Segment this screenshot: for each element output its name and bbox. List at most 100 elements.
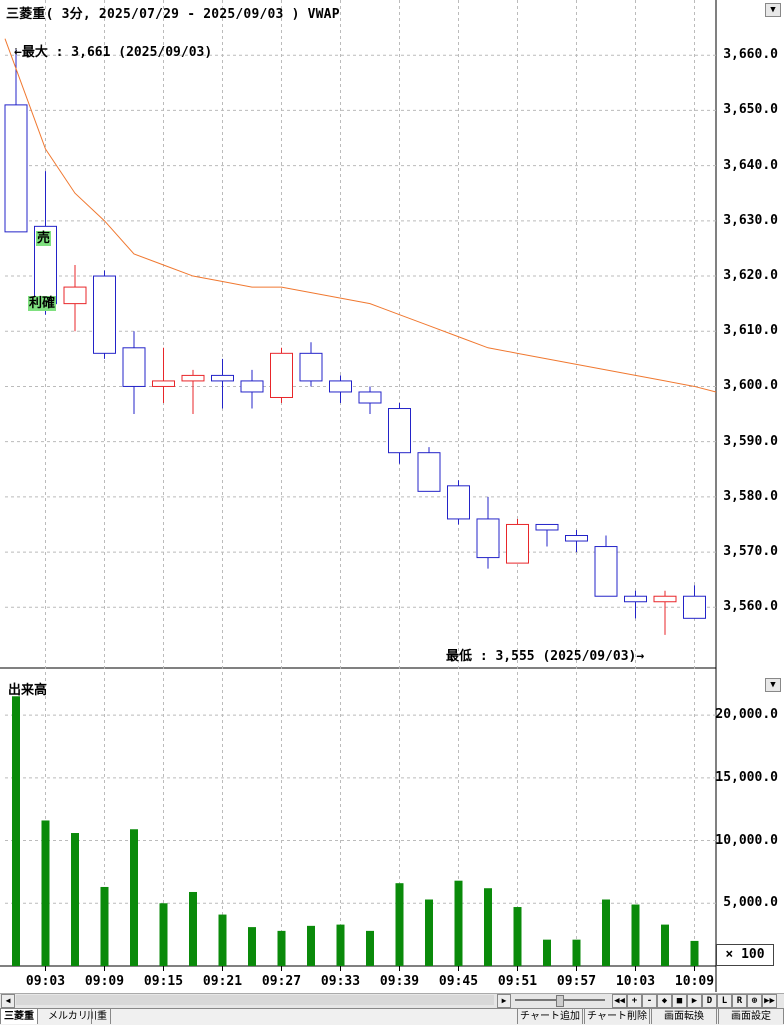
volume-tick-label: 20,000.0: [715, 707, 778, 723]
move-icon[interactable]: ◆: [657, 994, 672, 1008]
volume-tick-label: 10,000.0: [715, 832, 778, 848]
volume-bar: [159, 903, 168, 966]
volume-bar: [395, 883, 404, 966]
volume-bar: [366, 930, 374, 966]
volume-panel-menu-icon[interactable]: ▼: [765, 678, 781, 692]
candle-body: [211, 374, 234, 382]
candle-body: [299, 352, 323, 382]
volume-bar: [218, 914, 227, 966]
volume-bar: [454, 880, 463, 966]
scroll-right-icon[interactable]: ▶: [497, 994, 511, 1008]
candle-body: [535, 523, 559, 531]
price-tick-label: 3,630.0: [723, 212, 778, 228]
candle-body: [63, 286, 87, 305]
candle-body: [506, 523, 529, 564]
candle-body: [358, 391, 382, 404]
volume-bar: [71, 833, 79, 966]
price-tick-label: 3,620.0: [723, 268, 778, 284]
candle-body: [270, 352, 293, 398]
time-tick-label: 09:57: [556, 974, 597, 989]
volume-bar: [248, 927, 256, 966]
scroll-track[interactable]: [16, 995, 494, 1005]
volume-bar: [602, 899, 610, 966]
candle-body: [653, 595, 677, 603]
chart-canvas: [0, 0, 717, 992]
time-tick-label: 09:51: [497, 974, 538, 989]
volume-bar: [130, 829, 138, 966]
price-tick-label: 3,570.0: [723, 544, 778, 560]
bottom-tab-bar: 三菱重 メルカリ 川重 チャート追加 チャート削除 画面転換 画面設定: [0, 1008, 784, 1025]
price-tick-label: 3,580.0: [723, 488, 778, 504]
price-panel-menu-icon[interactable]: ▼: [765, 3, 781, 17]
candle-body: [417, 452, 441, 492]
candle-body: [447, 485, 470, 520]
candle-body: [565, 535, 588, 542]
horizontal-scrollbar[interactable]: ◀ ▶ ◀◀ + - ◆ ■ ▶ D L R ⊕ ▶▶: [0, 993, 784, 1008]
volume-bar: [307, 925, 315, 966]
volume-multiplier-box: × 100: [716, 944, 774, 966]
min-annotation: 最低 : 3,555 (2025/09/03)→: [446, 649, 645, 664]
sell-signal-label: 売: [36, 231, 52, 246]
volume-bar: [513, 907, 522, 966]
time-tick-label: 09:03: [25, 974, 66, 989]
profit-take-label: 利確: [28, 296, 57, 311]
time-tick-label: 09:09: [84, 974, 125, 989]
time-tick-label: 09:27: [261, 974, 302, 989]
candle-body: [329, 380, 352, 393]
magnify-icon[interactable]: ⊕: [747, 994, 762, 1008]
time-tick-label: 09:45: [438, 974, 479, 989]
candle-body: [4, 104, 28, 233]
chart-toolbar: ◀◀ + - ◆ ■ ▶ D L R ⊕ ▶▶: [612, 994, 777, 1008]
reset-button[interactable]: R: [732, 994, 747, 1008]
candle-body: [624, 595, 647, 603]
tab-kawasaki-heavy[interactable]: 川重: [84, 1009, 111, 1024]
volume-bar: [189, 891, 197, 966]
price-tick-label: 3,660.0: [723, 47, 778, 63]
volume-bar: [631, 904, 640, 966]
delete-chart-button[interactable]: チャート削除: [584, 1009, 650, 1024]
price-tick-label: 3,600.0: [723, 378, 778, 394]
daily-button[interactable]: D: [702, 994, 717, 1008]
time-tick-label: 09:33: [320, 974, 361, 989]
time-tick-label: 10:09: [674, 974, 715, 989]
jump-end-icon[interactable]: ▶▶: [762, 994, 777, 1008]
volume-bar: [277, 930, 286, 966]
chart-title: 三菱重( 3分, 2025/07/29 - 2025/09/03 ) VWAP: [6, 7, 340, 22]
time-tick-label: 09:39: [379, 974, 420, 989]
candle-body: [683, 595, 706, 619]
candle-body: [594, 546, 618, 597]
zoom-out-icon[interactable]: -: [642, 994, 657, 1008]
zoom-slider-thumb[interactable]: [556, 995, 564, 1007]
volume-tick-label: 15,000.0: [715, 769, 778, 785]
volume-bar: [661, 924, 669, 966]
volume-title: 出来高: [8, 683, 48, 698]
stop-icon[interactable]: ■: [672, 994, 687, 1008]
line-button[interactable]: L: [717, 994, 732, 1008]
add-chart-button[interactable]: チャート追加: [517, 1009, 583, 1024]
candle-body: [122, 347, 146, 387]
price-tick-label: 3,590.0: [723, 433, 778, 449]
volume-tick-label: 5,000.0: [723, 895, 778, 911]
switch-screen-button[interactable]: 画面転換: [651, 1009, 717, 1024]
candle-body: [152, 380, 175, 387]
time-tick-label: 10:03: [615, 974, 656, 989]
jump-start-icon[interactable]: ◀◀: [612, 994, 627, 1008]
volume-bar: [690, 940, 699, 966]
volume-bar: [572, 939, 581, 966]
zoom-in-icon[interactable]: +: [627, 994, 642, 1008]
volume-bar: [484, 888, 492, 966]
candle-body: [240, 380, 264, 393]
volume-bar: [12, 696, 20, 966]
volume-bar: [100, 886, 109, 966]
price-tick-label: 3,650.0: [723, 102, 778, 118]
time-tick-label: 09:15: [143, 974, 184, 989]
candle-body: [93, 275, 116, 354]
tab-mitsubishi-heavy[interactable]: 三菱重: [0, 1009, 38, 1024]
screen-settings-button[interactable]: 画面設定: [718, 1009, 784, 1024]
volume-bar: [336, 924, 345, 966]
volume-bar: [543, 939, 551, 966]
play-icon[interactable]: ▶: [687, 994, 702, 1008]
scroll-left-icon[interactable]: ◀: [1, 994, 15, 1008]
price-tick-label: 3,610.0: [723, 323, 778, 339]
price-tick-label: 3,640.0: [723, 157, 778, 173]
